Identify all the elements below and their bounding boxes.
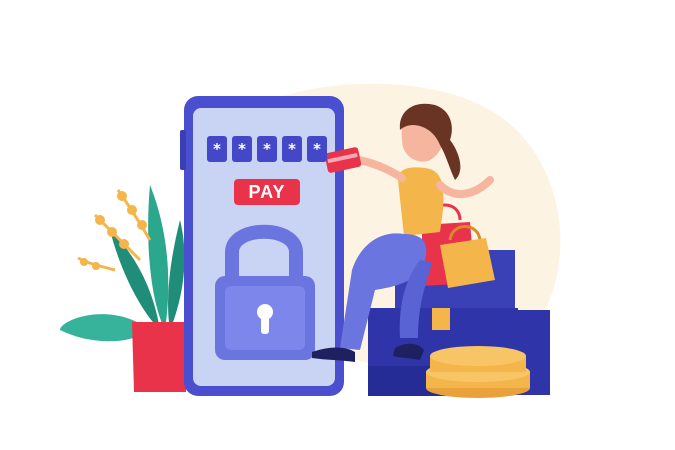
pay-button[interactable]: PAY bbox=[234, 179, 300, 205]
pin-digit: * bbox=[257, 136, 277, 162]
pin-digit: * bbox=[232, 136, 252, 162]
illustration-canvas bbox=[60, 83, 561, 398]
plant-icon bbox=[60, 185, 185, 342]
payment-illustration: * * * * * PAY bbox=[0, 0, 675, 450]
box-tape bbox=[432, 308, 450, 330]
pin-input-field[interactable]: * * * * * bbox=[207, 136, 327, 164]
plant-pot bbox=[132, 322, 188, 392]
coin-stack-icon bbox=[426, 346, 530, 398]
pin-digit: * bbox=[207, 136, 227, 162]
pin-digit: * bbox=[282, 136, 302, 162]
pin-digit: * bbox=[307, 136, 327, 162]
phone-side-button bbox=[180, 130, 186, 170]
